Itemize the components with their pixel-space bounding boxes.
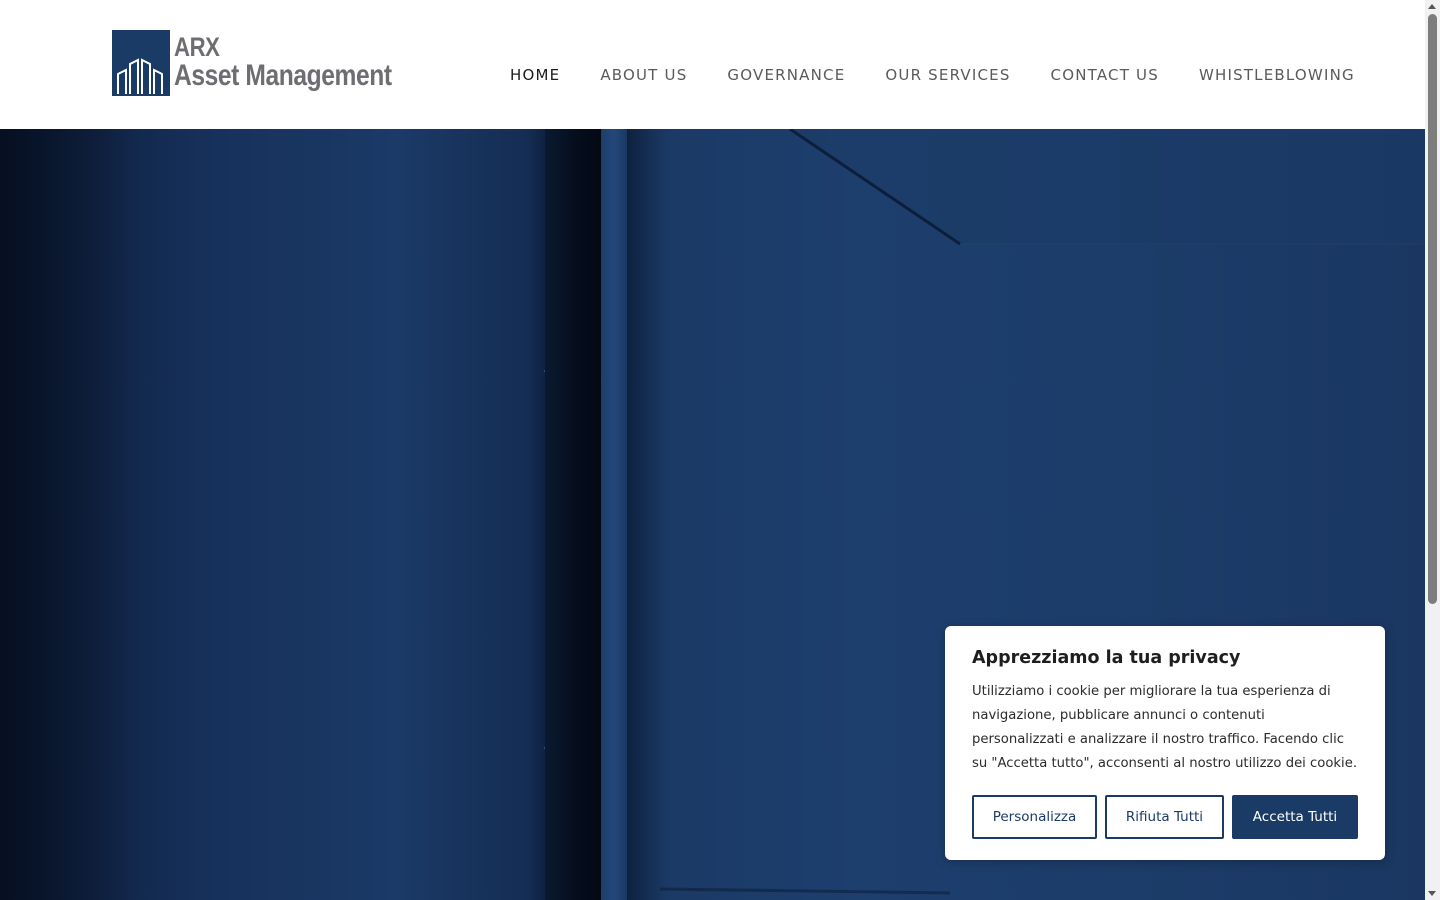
buildings-logo-icon [112,30,170,96]
nav-home[interactable]: HOME [510,66,560,90]
site-header: ARX Asset Management HOME ABOUT US GOVER… [0,0,1425,129]
main-nav: HOME ABOUT US GOVERNANCE OUR SERVICES CO… [510,66,1355,90]
nav-whistleblowing[interactable]: WHISTLEBLOWING [1199,66,1355,90]
hero-pillar-light [601,129,627,900]
nav-our-services[interactable]: OUR SERVICES [885,66,1010,90]
page-scrollbar[interactable] [1425,0,1440,900]
cookie-banner-actions: Personalizza Rifiuta Tutti Accetta Tutti [972,795,1358,839]
brand-wordmark: ARX Asset Management [174,30,439,96]
hero-pillar-dark [545,129,601,900]
customize-button[interactable]: Personalizza [972,795,1097,839]
scroll-up-icon[interactable] [1428,4,1436,9]
accept-all-button[interactable]: Accetta Tutti [1232,795,1358,839]
brand-logo[interactable]: ARX Asset Management [112,30,439,96]
reject-all-button[interactable]: Rifiuta Tutti [1105,795,1224,839]
scrollbar-thumb[interactable] [1428,14,1437,604]
nav-about-us[interactable]: ABOUT US [600,66,687,90]
scroll-down-icon[interactable] [1428,891,1436,896]
cookie-banner-title: Apprezziamo la tua privacy [972,648,1241,668]
hero-pillar-edge [627,129,667,900]
cookie-banner-text: Utilizziamo i cookie per migliorare la t… [972,684,1358,771]
brand-line-2: Asset Management [174,59,392,92]
nav-governance[interactable]: GOVERNANCE [727,66,845,90]
brand-line-1: ARX [174,32,220,62]
cookie-consent-banner: Apprezziamo la tua privacy Utilizziamo i… [945,626,1385,860]
nav-contact-us[interactable]: CONTACT US [1051,66,1159,90]
